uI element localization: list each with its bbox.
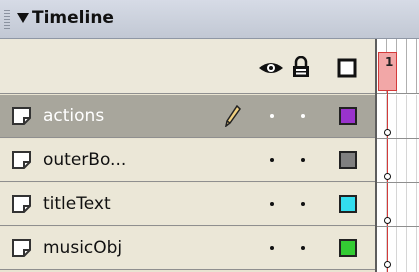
visibility-dot[interactable] (270, 158, 274, 162)
keyframe-icon[interactable] (384, 261, 391, 268)
layer-header-row (0, 39, 375, 94)
frames-area[interactable]: 1 (377, 39, 419, 272)
layer-name: musicObj (43, 238, 123, 258)
layer-row-musicobj[interactable]: musicObj (0, 227, 375, 270)
layer-row-actions[interactable]: actions (0, 95, 375, 138)
outline-color-swatch[interactable] (339, 239, 357, 257)
outline-icon[interactable] (337, 58, 357, 78)
panel-title: Timeline (32, 8, 114, 28)
layer-name: outerBo... (43, 150, 127, 170)
lock-dot[interactable] (301, 246, 305, 250)
visibility-dot[interactable] (270, 246, 274, 250)
visibility-dot[interactable] (270, 202, 274, 206)
panel-grip-icon[interactable] (4, 10, 10, 29)
frame-row-divider (377, 182, 419, 183)
timeline-panel-header[interactable]: Timeline (0, 0, 419, 39)
visibility-dot[interactable] (270, 114, 274, 118)
layer-name: titleText (43, 194, 111, 214)
lock-dot[interactable] (301, 202, 305, 206)
collapse-arrow-icon[interactable] (17, 13, 29, 23)
frame-row-divider (377, 226, 419, 227)
playhead[interactable]: 1 (378, 52, 397, 91)
frame-row-divider (377, 138, 419, 139)
layer-page-icon (12, 107, 31, 125)
keyframe-icon[interactable] (384, 173, 391, 180)
layer-page-icon (12, 195, 31, 213)
outline-color-swatch[interactable] (339, 107, 357, 125)
layer-row-titletext[interactable]: titleText (0, 183, 375, 226)
layer-name: actions (43, 106, 105, 126)
keyframe-icon[interactable] (384, 217, 391, 224)
lock-dot[interactable] (301, 158, 305, 162)
layer-page-icon (12, 239, 31, 257)
layer-page-icon (12, 151, 31, 169)
frame-ruler[interactable]: 1 (377, 39, 419, 94)
keyframe-icon[interactable] (384, 129, 391, 136)
eye-icon[interactable] (258, 59, 284, 77)
layer-row-outerbo[interactable]: outerBo... (0, 139, 375, 182)
lock-dot[interactable] (301, 114, 305, 118)
outline-color-swatch[interactable] (339, 195, 357, 213)
pencil-icon[interactable] (225, 105, 241, 127)
frame-cells[interactable] (377, 95, 419, 272)
frame-number: 1 (385, 55, 394, 69)
layers-panel: actions outerBo... titleText musicObj (0, 39, 375, 272)
lock-icon[interactable] (292, 56, 310, 78)
outline-color-swatch[interactable] (339, 151, 357, 169)
